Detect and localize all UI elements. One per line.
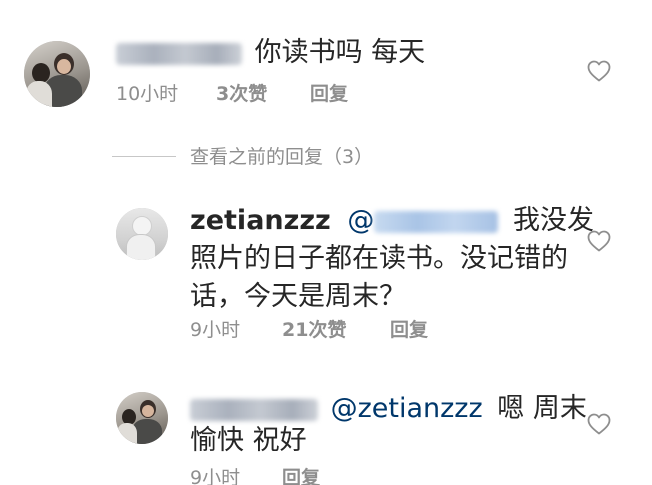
- heart-icon[interactable]: [587, 230, 611, 252]
- comment-meta: 10小时 3次赞 回复: [116, 82, 416, 106]
- reply-text-line-2: 照片的日子都在读书。没记错的: [190, 243, 568, 274]
- comment-body: 你读书吗 每天: [254, 37, 426, 68]
- timestamp: 9小时: [190, 467, 241, 485]
- reply-button[interactable]: 回复: [390, 318, 428, 342]
- heart-icon[interactable]: [587, 413, 611, 435]
- likes-count[interactable]: 3次赞: [216, 82, 267, 106]
- divider-line: [112, 156, 176, 157]
- reply-text-line-1: zetianzzz @ 我没发: [190, 204, 594, 238]
- blurred-mention: [374, 210, 499, 233]
- reply-text-line-3: 话，今天是周末？: [190, 281, 406, 312]
- mention-at: @: [347, 205, 375, 236]
- comment-text: 你读书吗 每天: [116, 36, 425, 70]
- heart-icon[interactable]: [587, 60, 611, 82]
- comment-1: 你读书吗 每天 10小时 3次赞 回复: [0, 0, 652, 130]
- view-previous-replies[interactable]: 查看之前的回复（3）: [112, 144, 412, 170]
- reply-2: @zetianzzz 嗯 周末 愉快 祝好 9小时 回复: [0, 380, 652, 485]
- username[interactable]: zetianzzz: [190, 205, 331, 236]
- timestamp: 10小时: [116, 83, 179, 105]
- reply-1: zetianzzz @ 我没发 照片的日子都在读书。没记错的 话，今天是周末？ …: [0, 190, 652, 350]
- blurred-username[interactable]: [116, 42, 242, 65]
- timestamp: 9小时: [190, 319, 241, 341]
- reply-button[interactable]: 回复: [282, 466, 320, 485]
- reply-text-line-1: @zetianzzz 嗯 周末: [190, 392, 587, 426]
- reply-button[interactable]: 回复: [310, 82, 348, 106]
- mention[interactable]: @: [347, 205, 499, 236]
- avatar[interactable]: [116, 392, 168, 444]
- reply-meta: 9小时 21次赞 回复: [190, 318, 490, 342]
- view-previous-label[interactable]: 查看之前的回复（3）: [190, 144, 373, 170]
- avatar[interactable]: [24, 41, 90, 107]
- blurred-username[interactable]: [190, 398, 318, 421]
- reply-body-line-1: 我没发: [512, 205, 594, 236]
- mention[interactable]: @zetianzzz: [331, 393, 483, 424]
- avatar[interactable]: [116, 208, 168, 260]
- reply-text-line-2: 愉快 祝好: [190, 425, 307, 456]
- reply-meta: 9小时 回复: [190, 466, 490, 485]
- reply-body-line-1: 嗯 周末: [497, 393, 587, 424]
- likes-count[interactable]: 21次赞: [282, 318, 346, 342]
